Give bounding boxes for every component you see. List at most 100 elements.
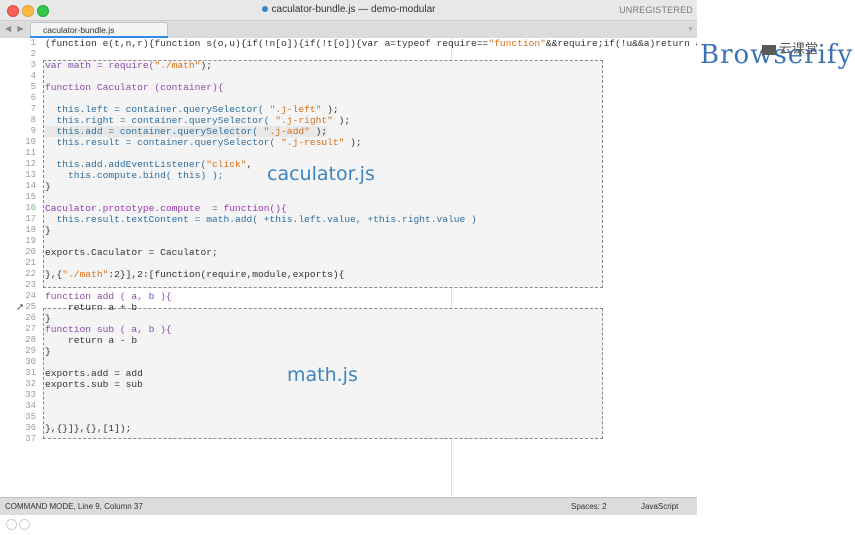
circle-icon[interactable] bbox=[19, 519, 30, 530]
status-bar: COMMAND MODE, Line 9, Column 37 Spaces: … bbox=[0, 497, 697, 515]
code-text: :2}],2:[function(require,module,exports)… bbox=[108, 269, 345, 280]
line-number: 37 bbox=[25, 434, 36, 444]
code-text: ); bbox=[344, 137, 362, 148]
code-text: (function e(t,n,r){function s(o,u){if(!n… bbox=[45, 38, 489, 49]
code-text: var math = require( bbox=[45, 60, 155, 71]
code-line-22: },{"./math":2}],2:[function(require,modu… bbox=[45, 269, 344, 280]
code-string: ".j-add" bbox=[263, 126, 310, 137]
tab-label: caculator-bundle.js bbox=[43, 25, 115, 35]
mouse-pointer-icon: ➚ bbox=[16, 302, 25, 313]
logo-mark-icon bbox=[762, 44, 776, 55]
circle-icon[interactable] bbox=[6, 519, 17, 530]
code-line-10: this.result = container.querySelector( "… bbox=[45, 137, 362, 148]
line-number: 31 bbox=[25, 368, 36, 378]
code-string: "./math" bbox=[154, 60, 201, 71]
math-js-caption: math.js bbox=[287, 364, 358, 386]
window-title-text: caculator-bundle.js — demo-modular bbox=[271, 4, 436, 15]
line-number: 26 bbox=[25, 313, 36, 323]
line-number: 28 bbox=[25, 335, 36, 345]
code-line-8: this.right = container.querySelector( ".… bbox=[45, 115, 351, 126]
line-number: 33 bbox=[25, 390, 36, 400]
line-number: 20 bbox=[25, 247, 36, 257]
line-number: 9 bbox=[30, 126, 36, 136]
line-number: 29 bbox=[25, 346, 36, 356]
line-number: 2 bbox=[30, 49, 36, 59]
line-number-gutter: 1 2 3 4 5 6 7 8 9 10 11 12 13 14 15 16 17 18 19 20 21 22 23 24 2… bbox=[0, 38, 36, 496]
code-text: ); bbox=[321, 104, 339, 115]
line-number: 23 bbox=[25, 280, 36, 290]
code-line-7: this.left = container.querySelector( ".j… bbox=[45, 104, 339, 115]
line-number: 14 bbox=[25, 181, 36, 191]
tab-dropdown-icon[interactable]: ▼ bbox=[687, 26, 694, 33]
code-line-5: function Caculator (container){ bbox=[45, 82, 223, 93]
line-number: 24 bbox=[25, 291, 36, 301]
line-number: 6 bbox=[30, 93, 36, 103]
line-number: 35 bbox=[25, 412, 36, 422]
status-mode-position: COMMAND MODE, Line 9, Column 37 bbox=[5, 502, 143, 511]
tab-bar: ◀ ▶ caculator-bundle.js ▼ bbox=[0, 21, 697, 39]
code-text: ); bbox=[309, 126, 328, 137]
line-number: 5 bbox=[30, 82, 36, 92]
code-line-25: return a + b bbox=[45, 302, 138, 313]
code-text: this.add = container.querySelector( bbox=[45, 126, 264, 137]
title-bar: caculator-bundle.js — demo-modular UNREG… bbox=[0, 0, 697, 21]
code-line-36: },{}]},{},[1]); bbox=[45, 423, 132, 434]
syntax-language[interactable]: JavaScript bbox=[641, 502, 678, 511]
line-number: 19 bbox=[25, 236, 36, 246]
line-number: 1 bbox=[30, 38, 36, 48]
yunketang-logo: 云课堂 bbox=[762, 38, 818, 57]
code-string: ".j-right" bbox=[275, 115, 333, 126]
code-text: this.left = container.querySelector( bbox=[45, 104, 270, 115]
line-number: 12 bbox=[25, 159, 36, 169]
code-line-14: } bbox=[45, 181, 51, 192]
code-text: &&require;if(!u&&a)return a(o,!0);if(i)r… bbox=[545, 38, 697, 49]
code-line-26: } bbox=[45, 313, 51, 324]
line-number: 10 bbox=[25, 137, 36, 147]
line-number: 13 bbox=[25, 170, 36, 180]
code-line-13: this.compute.bind( this) ); bbox=[45, 170, 224, 181]
window-title: caculator-bundle.js — demo-modular bbox=[0, 4, 697, 15]
line-number: 17 bbox=[25, 214, 36, 224]
code-line-28: return a - b bbox=[45, 335, 138, 346]
code-editor[interactable]: 1 2 3 4 5 6 7 8 9 10 11 12 13 14 15 16 17 18 19 20 21 22 23 24 2… bbox=[0, 38, 697, 496]
code-string: "click" bbox=[206, 159, 247, 170]
line-number: 16 bbox=[25, 203, 36, 213]
code-line-29: } bbox=[45, 346, 51, 357]
line-number: 4 bbox=[30, 71, 36, 81]
code-line-12: this.add.addEventListener("click", bbox=[45, 159, 253, 170]
code-text: function Caculator (container){ bbox=[45, 82, 224, 93]
code-line-3: var math = require("./math"); bbox=[45, 60, 212, 71]
code-string: "./math" bbox=[62, 269, 109, 280]
code-line-9: this.add = container.querySelector( ".j-… bbox=[45, 126, 328, 137]
line-number: 3 bbox=[30, 60, 36, 70]
code-line-1: (function e(t,n,r){function s(o,u){if(!n… bbox=[45, 38, 697, 49]
line-number: 36 bbox=[25, 423, 36, 433]
line-number: 18 bbox=[25, 225, 36, 235]
indentation-setting[interactable]: Spaces: 2 bbox=[571, 502, 607, 511]
unsaved-dot-icon bbox=[261, 6, 268, 13]
code-text: , bbox=[246, 159, 253, 170]
code-line-31: exports.add = add bbox=[45, 368, 143, 379]
code-line-18: } bbox=[45, 225, 51, 236]
code-string: ".j-left" bbox=[269, 104, 322, 115]
code-text: },{ bbox=[45, 269, 63, 280]
tab-nav-arrows-icon[interactable]: ◀ ▶ bbox=[5, 24, 26, 33]
line-number: 7 bbox=[30, 104, 36, 114]
line-number: 27 bbox=[25, 324, 36, 334]
code-line-27: function sub ( a, b ){ bbox=[45, 324, 172, 335]
code-text: ); bbox=[332, 115, 351, 126]
code-line-24: function add ( a, b ){ bbox=[45, 291, 172, 302]
line-number: 21 bbox=[25, 258, 36, 268]
unregistered-label: UNREGISTERED bbox=[619, 5, 693, 15]
editor-window: caculator-bundle.js — demo-modular UNREG… bbox=[0, 0, 697, 515]
code-text: this.right = container.querySelector( bbox=[45, 115, 276, 126]
code-line-20: exports.Caculator = Caculator; bbox=[45, 247, 218, 258]
code-string: "function" bbox=[488, 38, 546, 49]
code-line-17: this.result.textContent = math.add( +thi… bbox=[45, 214, 477, 225]
caculator-js-caption: caculator.js bbox=[267, 163, 375, 185]
logo-text: 云课堂 bbox=[779, 41, 819, 56]
line-number: 32 bbox=[25, 379, 36, 389]
line-number: 8 bbox=[30, 115, 36, 125]
player-controls bbox=[6, 517, 32, 535]
line-number: 22 bbox=[25, 269, 36, 279]
